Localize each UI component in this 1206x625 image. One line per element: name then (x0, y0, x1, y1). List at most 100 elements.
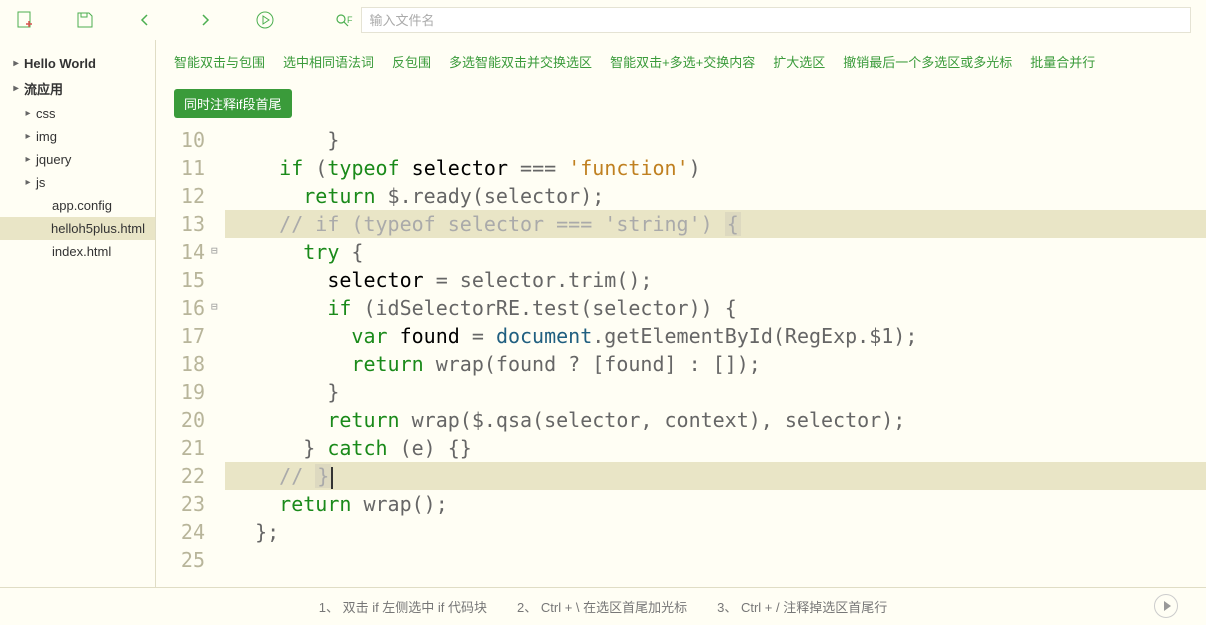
tree-caret-icon[interactable]: ▸ (10, 58, 22, 69)
tree-item-label: app.config (52, 198, 112, 213)
line-number[interactable]: 19 (156, 378, 205, 406)
fold-toggle-icon (211, 518, 225, 546)
tree-caret-icon[interactable]: ▸ (10, 83, 22, 94)
status-tip: 3、 Ctrl + / 注释掉选区首尾行 (717, 597, 887, 616)
run-icon[interactable] (255, 10, 275, 30)
line-number[interactable]: 16 (156, 294, 205, 322)
code-line[interactable]: // if (typeof selector === 'string') { (225, 210, 1206, 238)
file-search: F (335, 7, 1191, 33)
tree-caret-icon[interactable]: ▸ (22, 177, 34, 188)
code-line[interactable]: var found = document.getElementById(RegE… (225, 322, 1206, 350)
fold-toggle-icon (211, 210, 225, 238)
code-line[interactable] (225, 546, 1206, 574)
play-button[interactable] (1154, 594, 1178, 618)
line-number[interactable]: 15 (156, 266, 205, 294)
tree-item-label: js (36, 175, 45, 190)
fold-toggle-icon[interactable] (211, 238, 225, 266)
code-content[interactable]: } if (typeof selector === 'function') re… (225, 126, 1206, 587)
tree-item-active[interactable]: helloh5plus.html (0, 217, 155, 240)
tree-item-label: Hello World (24, 56, 96, 71)
code-line[interactable]: if (idSelectorRE.test(selector)) { (225, 294, 1206, 322)
new-file-icon[interactable] (15, 10, 35, 30)
code-line[interactable]: return wrap($.qsa(selector, context), se… (225, 406, 1206, 434)
fold-toggle-icon (211, 378, 225, 406)
code-line[interactable]: try { (225, 238, 1206, 266)
line-number[interactable]: 14 (156, 238, 205, 266)
tree-item-label: img (36, 129, 57, 144)
fold-toggle-icon[interactable] (211, 294, 225, 322)
status-tip: 2、 Ctrl + \ 在选区首尾加光标 (517, 597, 687, 616)
code-line[interactable]: }; (225, 518, 1206, 546)
code-line[interactable]: // } (225, 462, 1206, 490)
action-link[interactable]: 选中相同语法词 (283, 52, 374, 71)
tree-item[interactable]: ▸流应用 (0, 75, 155, 102)
fold-toggle-icon (211, 126, 225, 154)
file-tree[interactable]: ▸Hello World▸流应用▸css▸img▸jquery▸jsapp.co… (0, 40, 155, 587)
code-editor[interactable]: 10111213141516171819202122232425 } if (t… (156, 126, 1206, 587)
fold-toggle-icon (211, 434, 225, 462)
fold-toggle-icon (211, 462, 225, 490)
line-number[interactable]: 10 (156, 126, 205, 154)
tree-item[interactable]: ▸css (0, 102, 155, 125)
code-line[interactable]: } (225, 378, 1206, 406)
tree-caret-icon[interactable]: ▸ (22, 154, 34, 165)
line-gutter: 10111213141516171819202122232425 (156, 126, 211, 587)
tree-caret-icon[interactable]: ▸ (22, 131, 34, 142)
fold-toggle-icon (211, 266, 225, 294)
fold-gutter[interactable] (211, 126, 225, 587)
code-line[interactable]: return wrap(); (225, 490, 1206, 518)
action-link[interactable]: 反包围 (392, 52, 431, 71)
line-number[interactable]: 22 (156, 462, 205, 490)
file-search-input[interactable] (361, 7, 1192, 33)
action-link[interactable]: 智能双击+多选+交换内容 (610, 52, 755, 71)
tree-item[interactable]: ▸Hello World (0, 52, 155, 75)
code-line[interactable]: return wrap(found ? [found] : []); (225, 350, 1206, 378)
action-link[interactable]: 批量合并行 (1030, 52, 1095, 71)
code-line[interactable]: if (typeof selector === 'function') (225, 154, 1206, 182)
tree-item[interactable]: ▸js (0, 171, 155, 194)
nav-back-icon[interactable] (135, 10, 155, 30)
tree-item[interactable]: app.config (0, 194, 155, 217)
action-button-primary[interactable]: 同时注释if段首尾 (174, 89, 292, 118)
save-icon[interactable] (75, 10, 95, 30)
line-number[interactable]: 20 (156, 406, 205, 434)
line-number[interactable]: 21 (156, 434, 205, 462)
tree-item[interactable]: index.html (0, 240, 155, 263)
fold-toggle-icon (211, 182, 225, 210)
text-cursor (331, 467, 333, 489)
code-line[interactable]: selector = selector.trim(); (225, 266, 1206, 294)
status-tip: 1、 双击 if 左侧选中 if 代码块 (319, 597, 487, 616)
line-number[interactable]: 12 (156, 182, 205, 210)
tree-item-label: helloh5plus.html (51, 221, 145, 236)
search-icon: F (335, 13, 353, 27)
code-line[interactable]: return $.ready(selector); (225, 182, 1206, 210)
tree-item-label: index.html (52, 244, 111, 259)
code-line[interactable]: } (225, 126, 1206, 154)
line-number[interactable]: 23 (156, 490, 205, 518)
main-toolbar: F (0, 0, 1206, 40)
action-link[interactable]: 智能双击与包围 (174, 52, 265, 71)
fold-toggle-icon (211, 546, 225, 574)
fold-toggle-icon (211, 350, 225, 378)
fold-toggle-icon (211, 406, 225, 434)
tree-item-label: jquery (36, 152, 71, 167)
tree-item[interactable]: ▸img (0, 125, 155, 148)
tree-item-label: css (36, 106, 56, 121)
line-number[interactable]: 13 (156, 210, 205, 238)
action-link[interactable]: 多选智能双击并交换选区 (449, 52, 592, 71)
action-link[interactable]: 扩大选区 (773, 52, 825, 71)
nav-forward-icon[interactable] (195, 10, 215, 30)
tree-caret-icon[interactable]: ▸ (22, 108, 34, 119)
tree-item-label: 流应用 (24, 79, 63, 98)
line-number[interactable]: 17 (156, 322, 205, 350)
tree-item[interactable]: ▸jquery (0, 148, 155, 171)
action-link[interactable]: 撤销最后一个多选区或多光标 (843, 52, 1012, 71)
editor-area: 智能双击与包围选中相同语法词反包围多选智能双击并交换选区智能双击+多选+交换内容… (155, 40, 1206, 587)
line-number[interactable]: 24 (156, 518, 205, 546)
line-number[interactable]: 11 (156, 154, 205, 182)
fold-toggle-icon (211, 490, 225, 518)
code-line[interactable]: } catch (e) {} (225, 434, 1206, 462)
line-number[interactable]: 25 (156, 546, 205, 574)
line-number[interactable]: 18 (156, 350, 205, 378)
fold-toggle-icon (211, 154, 225, 182)
